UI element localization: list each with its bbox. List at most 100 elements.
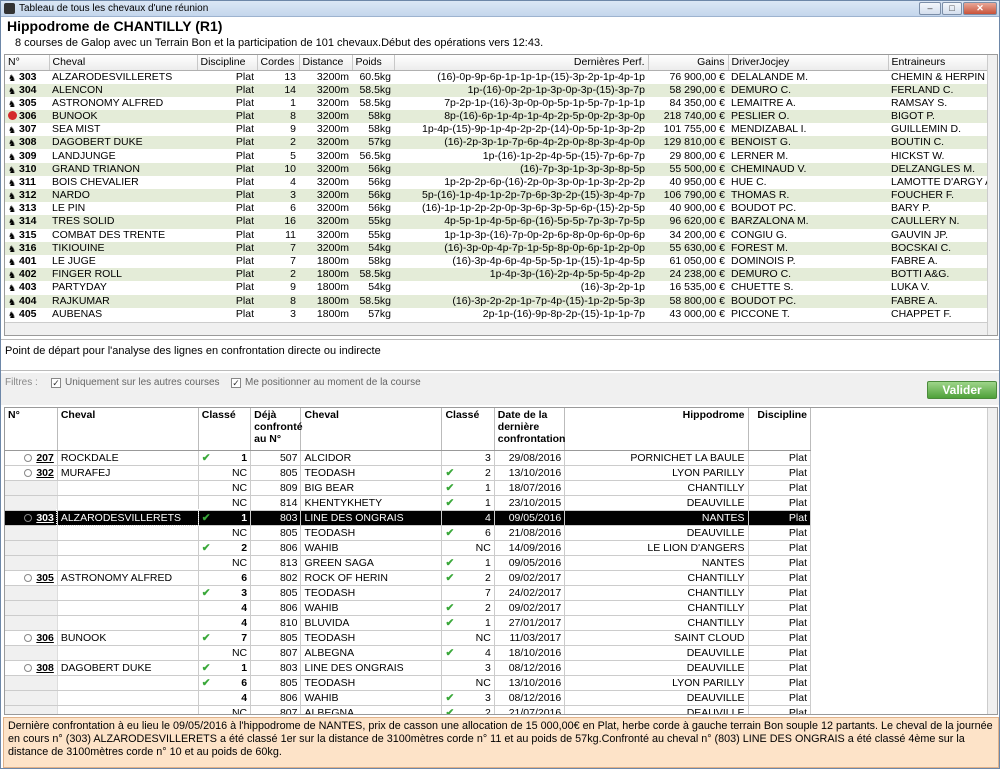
- table-row[interactable]: ♞ 404 RAJKUMAR Plat 8 1800m 58.5kg (16)-3p-2p-2…: [5, 294, 989, 308]
- table-row[interactable]: 302 MURAFEJ NC 805 TEODASH ✔ 2 13/10/2016 LYON P…: [5, 465, 811, 481]
- discipline: Plat: [748, 645, 811, 661]
- column-header[interactable]: N°: [5, 408, 58, 451]
- table-row[interactable]: 303 ALZARODESVILLERETS ✔ 1 803 LINE DES ONGRA…: [5, 509, 811, 526]
- horse-number-link[interactable]: 305: [36, 572, 54, 584]
- filter-other-races-checkbox[interactable]: ✓ Uniquement sur les autres courses: [51, 377, 220, 388]
- table-row[interactable]: ♞ 402 FINGER ROLL Plat 2 1800m 58.5kg 1p-4p-3p-…: [5, 268, 989, 282]
- table-row[interactable]: NC 814 KHENTYKHETY ✔ 1 23/10/2015 DEAUVILLE Pla…: [5, 495, 811, 511]
- table-row[interactable]: 308 DAGOBERT DUKE ✔ 1 803 LINE DES ONGRAIS 3 08…: [5, 660, 811, 676]
- column-header[interactable]: Classé: [441, 408, 495, 451]
- table-row[interactable]: NC 809 BIG BEAR ✔ 1 18/07/2016 CHANTILLY Plat: [5, 480, 811, 496]
- table-row[interactable]: 207 ROCKDALE ✔ 1 507 ALCIDOR 3 29/08/2016 PORNIC…: [5, 450, 811, 466]
- horse-number[interactable]: 303: [5, 510, 58, 526]
- horse-number[interactable]: 207: [5, 450, 58, 466]
- rank-value: 7: [241, 631, 248, 644]
- confronted-number: 805: [250, 585, 302, 601]
- table-row[interactable]: ♞ 405 AUBENAS Plat 3 1800m 57kg 2p-1p-(16)-9p-8…: [5, 308, 989, 321]
- horse-number-link[interactable]: 302: [36, 467, 54, 479]
- minimize-button[interactable]: –: [919, 2, 941, 15]
- horse-number-label: 307: [19, 123, 37, 136]
- column-header[interactable]: Cheval: [49, 55, 198, 71]
- table-cell: Plat: [197, 241, 257, 255]
- vertical-scrollbar[interactable]: [987, 408, 997, 714]
- column-header[interactable]: Distance: [299, 55, 353, 71]
- column-header[interactable]: N°: [5, 55, 50, 71]
- table-row[interactable]: ✔ 2 806 WAHIB NC 14/09/2016 LE LION D'ANGERS Pl…: [5, 540, 811, 556]
- magnifier-icon[interactable]: [24, 573, 33, 582]
- column-header[interactable]: Déjà confronté au N°: [250, 408, 303, 451]
- table-cell: 3200m: [316, 96, 349, 109]
- table-row[interactable]: NC 807 ALBEGNA ✔ 2 21/07/2016 DEAUVILLE Plat: [5, 705, 811, 714]
- column-header[interactable]: Cordes: [257, 55, 300, 71]
- table-row[interactable]: ♞ 305 ASTRONOMY ALFRED Plat 1 3200m 58.5kg 7p-2…: [5, 97, 989, 110]
- table-row[interactable]: ♞ 308 DAGOBERT DUKE Plat 2 3200m 57kg (16)-2p-3…: [5, 136, 989, 150]
- horse-number-link[interactable]: 303: [36, 512, 54, 524]
- column-header[interactable]: Entraineurs: [888, 55, 990, 71]
- magnifier-icon[interactable]: [24, 468, 33, 477]
- table-row[interactable]: ♞ 403 PARTYDAY Plat 9 1800m 54kg (16)-3p-2p-1p 1…: [5, 281, 989, 294]
- table-cell: 96 620,00 €: [648, 215, 728, 229]
- magnifier-icon[interactable]: [24, 633, 33, 642]
- table-row[interactable]: ♞ 311 BOIS CHEVALIER Plat 4 3200m 56kg 1p-2p-2p…: [5, 176, 989, 189]
- table-row[interactable]: ♞ 313 LE PIN Plat 6 3200m 56kg (16)-1p-1p-2p-2p…: [5, 202, 989, 215]
- hippodrome: CHANTILLY: [564, 600, 749, 616]
- horizontal-scrollbar[interactable]: [5, 322, 989, 335]
- column-header[interactable]: Gains: [648, 55, 729, 71]
- horse-number[interactable]: 308: [5, 660, 58, 676]
- table-row[interactable]: ♞ 307 SEA MIST Plat 9 3200m 58kg 1p-4p-(15)-9p-…: [5, 123, 989, 136]
- horse-number-link[interactable]: 306: [36, 632, 54, 644]
- magnifier-icon[interactable]: [24, 513, 33, 522]
- table-row[interactable]: NC 813 GREEN SAGA ✔ 1 09/05/2016 NANTES Plat: [5, 555, 811, 571]
- table-row[interactable]: ♞ 312 NARDO Plat 3 3200m 56kg 5p-(16)-1p-4p-1p-…: [5, 189, 989, 203]
- column-header[interactable]: Poids: [352, 55, 395, 71]
- column-header[interactable]: Classé: [198, 408, 252, 451]
- table-row[interactable]: 306 BUNOOK ✔ 7 805 TEODASH NC 11/03/2017 SAINT C…: [5, 630, 811, 646]
- table-row[interactable]: ✔ 6 805 TEODASH NC 13/10/2016 LYON PARILLY Plat: [5, 675, 811, 691]
- confrontation-grid[interactable]: N° Cheval Classé Déjà confronté au N° Cheval…: [4, 407, 998, 715]
- hippodrome: DEAUVILLE: [564, 660, 749, 676]
- close-button[interactable]: ✕: [963, 2, 997, 15]
- horse-number-link[interactable]: 308: [36, 662, 54, 674]
- table-row[interactable]: 4 806 WAHIB ✔ 3 08/12/2016 DEAUVILLE Plat: [5, 690, 811, 706]
- horse-number[interactable]: 302: [5, 465, 58, 481]
- check-icon: ✔: [201, 586, 211, 599]
- column-header[interactable]: Cheval: [57, 408, 199, 451]
- column-header[interactable]: Cheval: [300, 408, 443, 451]
- horse-number[interactable]: 305: [5, 570, 58, 586]
- column-header[interactable]: Date de la dernière confrontation: [494, 408, 565, 451]
- table-cell: Plat: [197, 294, 257, 308]
- horse-number-link[interactable]: 207: [36, 452, 54, 464]
- column-header[interactable]: Discipline: [197, 55, 258, 71]
- valider-button[interactable]: Valider: [927, 381, 997, 399]
- table-row[interactable]: ♞ 309 LANDJUNGE Plat 5 3200m 56.5kg 1p-(16)-1p-…: [5, 149, 989, 162]
- horse-number: [5, 615, 58, 631]
- table-row[interactable]: ♞ 401 LE JUGE Plat 7 1800m 58kg (16)-3p-4p-6p-4…: [5, 255, 989, 268]
- table-row[interactable]: ✔ 3 805 TEODASH 7 24/02/2017 CHANTILLY Plat: [5, 585, 811, 601]
- maximize-button[interactable]: □: [942, 2, 962, 15]
- column-header[interactable]: DriverJocjey: [728, 55, 889, 71]
- magnifier-icon[interactable]: [24, 453, 33, 462]
- vertical-scrollbar[interactable]: [987, 55, 997, 335]
- filter-position-checkbox[interactable]: ✓ Me positionner au moment de la course: [231, 377, 421, 388]
- table-row[interactable]: ♞ 316 TIKIOUINE Plat 7 3200m 54kg (16)-3p-0p-4p…: [5, 241, 989, 255]
- table-row[interactable]: ♞ 303 ALZARODESVILLERETS Plat 13 3200m 60.5kg(…: [5, 70, 989, 84]
- table-row[interactable]: NC 805 TEODASH ✔ 6 21/08/2016 DEAUVILLE Plat: [5, 525, 811, 541]
- opponent-name: TEODASH: [300, 675, 443, 691]
- horses-grid[interactable]: N° Cheval Discipline Cordes Distance Poids Der…: [4, 54, 998, 336]
- column-header[interactable]: Hippodrome: [564, 408, 749, 451]
- magnifier-icon[interactable]: [24, 663, 33, 672]
- table-row[interactable]: ♞ 310 GRAND TRIANON Plat 10 3200m 56kg (16)-7p-…: [5, 162, 989, 176]
- table-row[interactable]: 4 806 WAHIB ✔ 2 09/02/2017 CHANTILLY Plat: [5, 600, 811, 616]
- opponent-rank-value: 3: [484, 451, 491, 464]
- table-row[interactable]: ♞ 314 TRES SOLID Plat 16 3200m 55kg 4p-5p-1p-4p…: [5, 215, 989, 229]
- column-header[interactable]: Discipline: [748, 408, 811, 451]
- table-row[interactable]: 305 ASTRONOMY ALFRED 6 802 ROCK OF HERIN ✔ 2 09…: [5, 570, 811, 586]
- column-header[interactable]: Dernières Perf.: [394, 55, 649, 71]
- table-row[interactable]: 4 810 BLUVIDA ✔ 1 27/01/2017 CHANTILLY Plat: [5, 615, 811, 631]
- table-row[interactable]: ♞ 315 COMBAT DES TRENTE Plat 11 3200m 55kg 1p-1…: [5, 229, 989, 242]
- horse-number: ♞ 312: [5, 189, 49, 203]
- table-row[interactable]: 306 BUNOOK Plat 8 3200m 58kg 8p-(16)-6p-1p-4p-…: [5, 109, 989, 124]
- horse-number[interactable]: 306: [5, 630, 58, 646]
- table-row[interactable]: ♞ 304 ALENCON Plat 14 3200m 58.5kg 1p-(16)-0p-2…: [5, 83, 989, 97]
- table-row[interactable]: NC 807 ALBEGNA ✔ 4 18/10/2016 DEAUVILLE Plat: [5, 645, 811, 661]
